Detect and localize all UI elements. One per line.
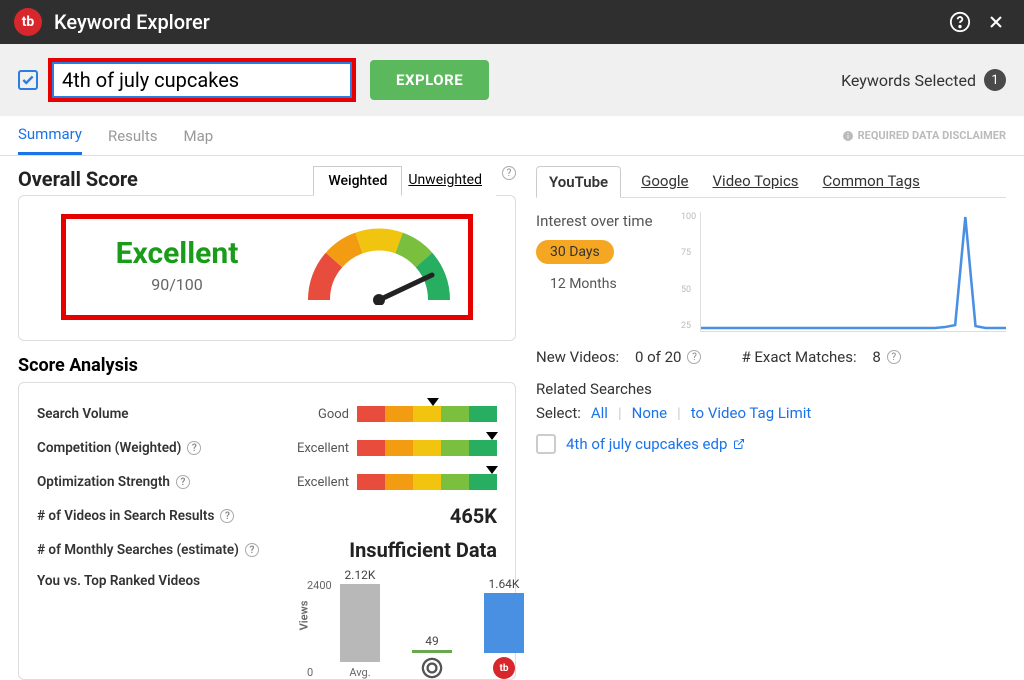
tab-results[interactable]: Results	[108, 116, 158, 155]
stat-new-videos: New Videos: 0 of 20 ?	[536, 348, 701, 366]
select-none-link[interactable]: None	[632, 404, 668, 422]
data-disclaimer-link[interactable]: REQUIRED DATA DISCLAIMER	[842, 129, 1006, 142]
target-icon	[421, 657, 443, 679]
bar-you: 1.64K tb	[481, 577, 527, 679]
search-bar: EXPLORE Keywords Selected 1	[0, 44, 1024, 116]
main-tabs: Summary Results Map REQUIRED DATA DISCLA…	[0, 116, 1024, 156]
period-12-months[interactable]: 12 Months	[536, 272, 686, 296]
metric-you-vs-top: You vs. Top Ranked Videos Views 2400 0 2…	[37, 573, 497, 679]
interest-sparkline-chart: 100 75 50 25	[700, 212, 1006, 332]
metric-optimization: Optimization Strength? Excellent	[37, 465, 497, 499]
help-icon[interactable]	[946, 8, 974, 36]
comparison-bar-chart: Views 2400 0 2.12K Avg. 49	[337, 579, 527, 679]
overall-score-title: Overall Score	[18, 167, 138, 191]
stats-row: New Videos: 0 of 20 ? # Exact Matches: 8…	[536, 348, 1006, 366]
competition-help-icon[interactable]: ?	[187, 441, 201, 455]
exact-matches-help-icon[interactable]: ?	[887, 350, 901, 364]
weighting-tabs: Weighted Unweighted ?	[313, 166, 516, 196]
select-tag-limit-link[interactable]: to Video Tag Limit	[691, 404, 812, 422]
metric-search-volume: Search Volume Good	[37, 397, 497, 431]
rating-bar-icon	[357, 474, 497, 490]
related-item-link[interactable]: 4th of july cupcakes edp	[566, 435, 745, 453]
overall-rating: Excellent	[80, 236, 274, 271]
metric-competition: Competition (Weighted)? Excellent	[37, 431, 497, 465]
bar-avg: 2.12K Avg.	[337, 568, 383, 679]
overall-score-highlight: Excellent 90/100	[61, 214, 473, 320]
videos-count-help-icon[interactable]: ?	[220, 509, 234, 523]
metric-monthly-searches: # of Monthly Searches (estimate)? Insuff…	[37, 533, 497, 567]
metric-videos-in-results: # of Videos in Search Results? 465K	[37, 499, 497, 533]
external-link-icon	[733, 438, 745, 450]
related-searches: Related Searches Select: All | None | to…	[536, 380, 1006, 454]
app-header: tb Keyword Explorer	[0, 0, 1024, 44]
explore-button[interactable]: EXPLORE	[370, 60, 489, 100]
keywords-selected-indicator[interactable]: Keywords Selected 1	[841, 69, 1006, 91]
close-icon[interactable]	[982, 8, 1010, 36]
app-logo-icon: tb	[14, 8, 42, 36]
tab-video-topics[interactable]: Video Topics	[709, 166, 803, 197]
keyword-search-input[interactable]	[52, 62, 352, 98]
select-all-link[interactable]: All	[591, 404, 608, 422]
interest-over-time-label: Interest over time	[536, 212, 686, 230]
monthly-searches-help-icon[interactable]: ?	[245, 543, 259, 557]
tab-summary[interactable]: Summary	[18, 116, 82, 155]
optimization-help-icon[interactable]: ?	[176, 475, 190, 489]
new-videos-help-icon[interactable]: ?	[687, 350, 701, 364]
app-title: Keyword Explorer	[54, 10, 938, 34]
tab-map[interactable]: Map	[183, 116, 213, 155]
score-analysis-title: Score Analysis	[18, 355, 516, 376]
weighting-help-icon[interactable]: ?	[502, 166, 516, 180]
gauge-icon	[304, 225, 454, 305]
tb-logo-icon: tb	[493, 657, 515, 679]
rating-bar-icon	[357, 406, 497, 422]
related-item-checkbox[interactable]	[536, 434, 556, 454]
bar-target: 49	[409, 634, 455, 679]
rating-bar-icon	[357, 440, 497, 456]
select-keyword-checkbox[interactable]	[18, 70, 38, 90]
overall-score-card: Excellent 90/100	[18, 195, 516, 341]
tab-youtube[interactable]: YouTube	[536, 166, 621, 198]
interest-time-controls: Interest over time 30 Days 12 Months	[536, 212, 686, 332]
related-searches-title: Related Searches	[536, 380, 1006, 398]
overall-score-value: 90/100	[80, 275, 274, 294]
tab-unweighted[interactable]: Unweighted	[402, 166, 496, 196]
tab-common-tags[interactable]: Common Tags	[819, 166, 924, 197]
tab-google[interactable]: Google	[637, 166, 692, 197]
score-analysis-card: Search Volume Good Competition (Weighted…	[18, 382, 516, 680]
stat-exact-matches: # Exact Matches: 8 ?	[741, 348, 900, 366]
source-tabs: YouTube Google Video Topics Common Tags	[536, 166, 1006, 198]
period-30-days[interactable]: 30 Days	[536, 240, 614, 264]
related-search-item: 4th of july cupcakes edp	[536, 434, 1006, 454]
search-input-highlight	[48, 58, 356, 102]
related-select-row: Select: All | None | to Video Tag Limit	[536, 404, 1006, 422]
tab-weighted[interactable]: Weighted	[313, 166, 402, 196]
keywords-selected-count: 1	[984, 69, 1006, 91]
